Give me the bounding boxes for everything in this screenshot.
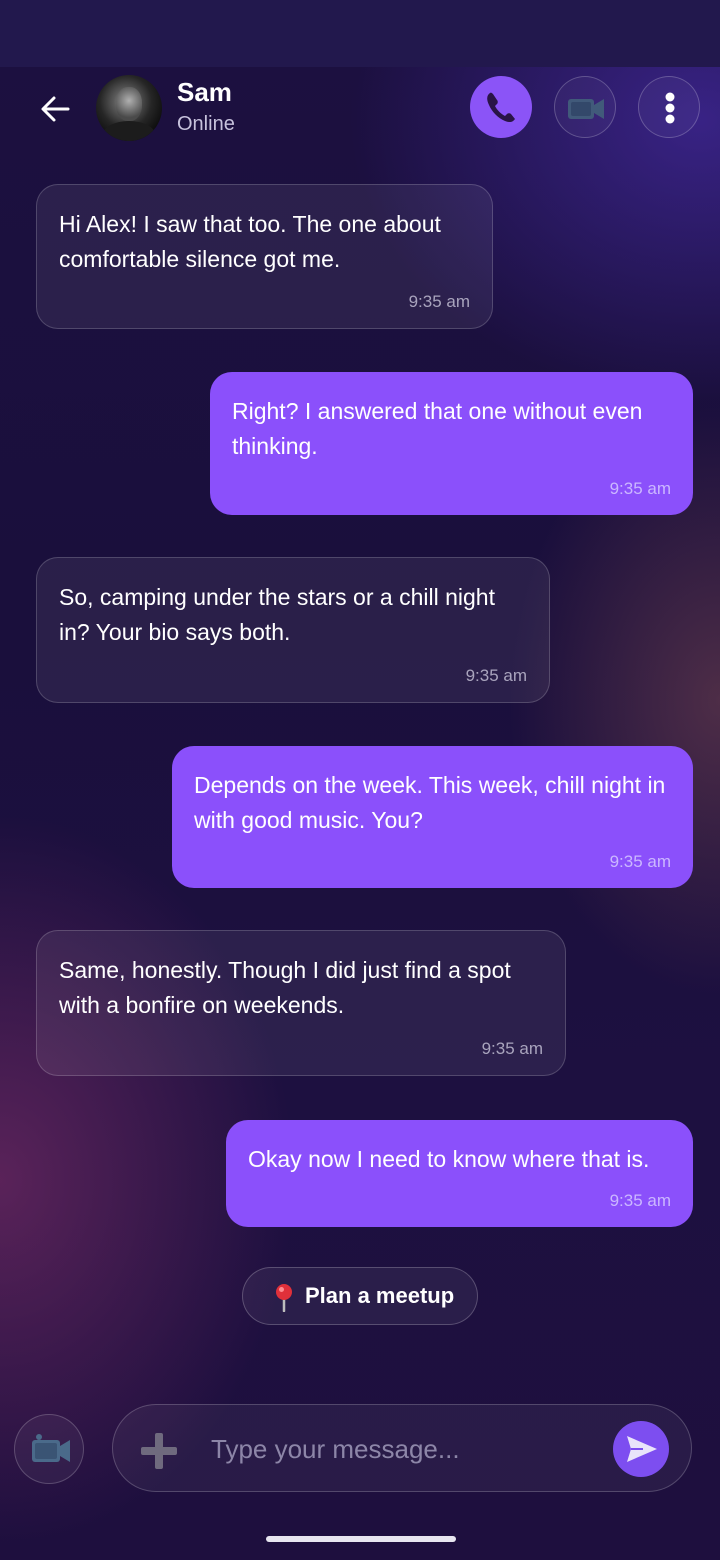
message-time: 9:35 am: [609, 479, 671, 498]
message-time: 9:35 am: [465, 666, 527, 685]
contact-name: Sam: [177, 77, 232, 107]
message-text: Hi Alex! I saw that too. The one about c…: [59, 211, 441, 272]
message-bubble-outgoing[interactable]: Right? I answered that one without even …: [210, 372, 693, 515]
message-text: Okay now I need to know where that is.: [248, 1146, 650, 1172]
chat-header: Sam Online: [0, 67, 720, 157]
message-text: Depends on the week. This week, chill ni…: [194, 772, 666, 833]
message-time: 9:35 am: [481, 1039, 543, 1058]
video-camera-icon: [32, 1434, 70, 1462]
contact-status: Online: [177, 113, 235, 135]
video-message-button[interactable]: [14, 1414, 84, 1484]
message-bubble-incoming[interactable]: Hi Alex! I saw that too. The one about c…: [36, 184, 493, 329]
message-text: So, camping under the stars or a chill n…: [59, 584, 495, 645]
send-button[interactable]: [613, 1421, 669, 1477]
message-input[interactable]: [209, 1425, 593, 1473]
message-bubble-outgoing[interactable]: Depends on the week. This week, chill ni…: [172, 746, 693, 888]
message-time: 9:35 am: [609, 1191, 671, 1210]
avatar[interactable]: [96, 75, 162, 141]
phone-icon: [487, 92, 515, 123]
message-composer: [112, 1404, 692, 1492]
message-text: Same, honestly. Though I did just find a…: [59, 957, 511, 1018]
more-options-button[interactable]: [638, 76, 700, 138]
video-call-button[interactable]: [554, 76, 616, 138]
message-time: 9:35 am: [408, 292, 470, 311]
back-button[interactable]: [34, 89, 78, 129]
message-bubble-outgoing[interactable]: Okay now I need to know where that is. 9…: [226, 1120, 693, 1227]
plan-meetup-button[interactable]: Plan a meetup: [242, 1267, 478, 1325]
map-pin-icon: [276, 1284, 292, 1312]
back-arrow-icon: [41, 96, 70, 122]
plan-meetup-label: Plan a meetup: [305, 1283, 455, 1308]
plus-icon[interactable]: [139, 1431, 179, 1471]
more-vertical-icon: [665, 92, 675, 124]
status-bar: [0, 0, 720, 67]
message-bubble-incoming[interactable]: So, camping under the stars or a chill n…: [36, 557, 550, 703]
video-camera-icon: [568, 99, 604, 119]
send-icon: [627, 1436, 657, 1462]
home-indicator: [266, 1536, 456, 1542]
call-button[interactable]: [470, 76, 532, 138]
message-text: Right? I answered that one without even …: [232, 398, 643, 459]
message-bubble-incoming[interactable]: Same, honestly. Though I did just find a…: [36, 930, 566, 1076]
message-time: 9:35 am: [609, 852, 671, 871]
